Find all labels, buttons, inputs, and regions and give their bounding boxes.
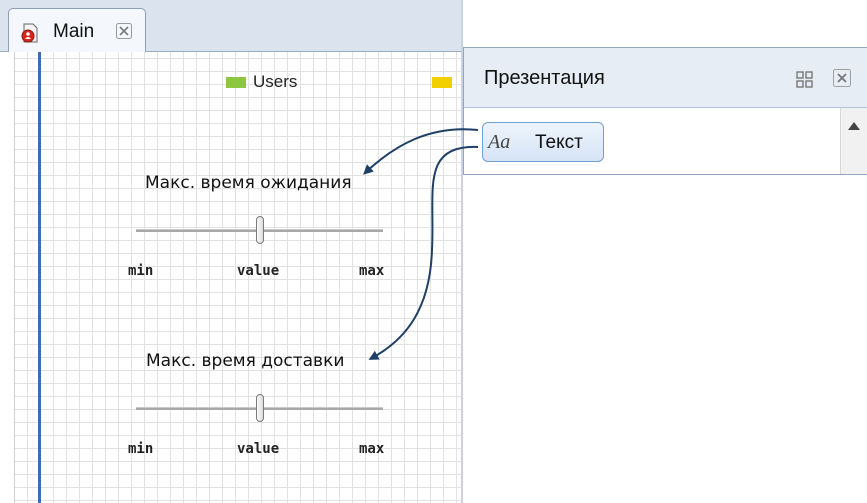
slider-max-label: max xyxy=(359,263,385,279)
legend-swatch-users xyxy=(226,77,246,88)
slider-thumb[interactable] xyxy=(255,216,264,244)
editor-tab-bar: Main xyxy=(0,0,463,52)
slider-title: Макс. время доставки xyxy=(146,351,345,371)
canvas-boundary-line xyxy=(38,52,41,503)
palette-scrollbar[interactable] xyxy=(840,108,867,174)
legend-label-users: Users xyxy=(253,72,298,91)
close-icon[interactable] xyxy=(115,22,133,40)
agent-icon xyxy=(19,22,41,44)
slider-thumb[interactable] xyxy=(255,394,264,422)
palette-item-text[interactable]: Aa Текст xyxy=(482,122,604,162)
grid-view-icon[interactable] xyxy=(795,70,815,90)
slider-min-label: min xyxy=(128,441,154,457)
close-icon[interactable] xyxy=(832,68,852,88)
palette-header: Презентация xyxy=(464,48,867,108)
scroll-up-icon[interactable] xyxy=(848,122,860,130)
palette-item-label: Текст xyxy=(535,132,583,153)
presentation-palette: Презентация Aa Текст xyxy=(463,47,867,175)
slider-title: Макс. время ожидания xyxy=(145,173,352,193)
canvas-ruler xyxy=(0,52,15,503)
text-icon: Aa xyxy=(488,131,511,153)
slider-value-label: value xyxy=(237,263,280,279)
tab-main-label: Main xyxy=(53,21,95,42)
palette-title: Презентация xyxy=(484,67,605,89)
slider-min-label: min xyxy=(128,263,154,279)
legend-swatch-second xyxy=(432,77,452,88)
model-canvas[interactable] xyxy=(0,52,463,503)
tab-main[interactable]: Main xyxy=(8,8,146,52)
slider-max-label: max xyxy=(359,441,385,457)
slider-value-label: value xyxy=(237,441,280,457)
